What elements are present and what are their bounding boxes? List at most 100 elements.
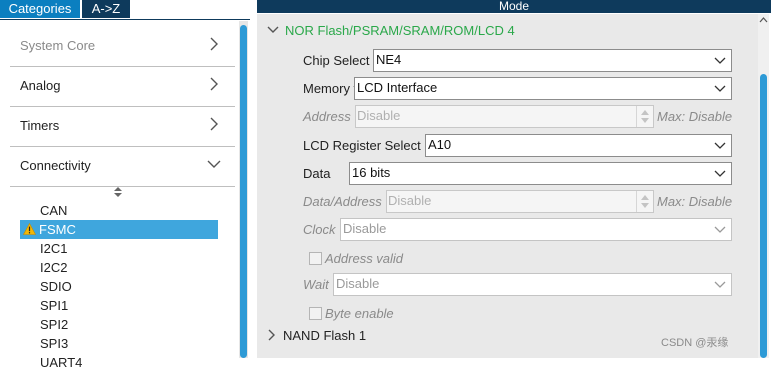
chevron-down-icon [714,226,726,233]
address-row: Address Disable Max: Disable [257,105,762,129]
peripheral-spi3[interactable]: SPI3 [20,334,218,353]
peripheral-fsmc[interactable]: FSMC [20,220,218,239]
peripheral-spi1[interactable]: SPI1 [20,296,218,315]
peripheral-i2c1[interactable]: I2C1 [20,239,218,258]
sort-icon[interactable] [113,186,123,198]
peripheral-label: I2C2 [40,260,68,275]
peripheral-spi2[interactable]: SPI2 [20,315,218,334]
category-list: System Core Analog Timers Connectivity [10,27,235,187]
peripheral-label: FSMC [39,222,76,237]
section-nand-flash[interactable]: NAND Flash 1 [267,328,366,343]
memory-type-row: Memory type LCD Interface [257,77,762,101]
category-analog[interactable]: Analog [10,67,235,107]
chevron-down-icon [714,85,726,92]
peripheral-label: I2C1 [40,241,68,256]
mode-body: NOR Flash/PSRAM/SRAM/ROM/LCD 4 Chip Sele… [257,14,762,358]
nand-flash-label: NAND Flash 1 [283,328,367,343]
wait-label: Wait [303,277,329,292]
chevron-down-icon [714,57,726,64]
chevron-right-icon [210,77,218,91]
watermark: CSDN @汞缘 [661,337,729,349]
data-address-max-label: Max: Disable [657,194,733,209]
category-timers[interactable]: Timers [10,107,235,147]
data-address-value: Disable [388,193,432,208]
mode-panel: Mode NOR Flash/PSRAM/SRAM/ROM/LCD 4 Chip… [251,0,771,358]
data-row: Data 16 bits [257,162,762,186]
spinner-buttons[interactable] [636,191,653,212]
byte-enable-checkbox[interactable] [309,307,322,320]
peripheral-label: CAN [40,203,68,218]
data-width-value: 16 bits [352,165,391,180]
memory-type-value: LCD Interface [357,80,438,95]
peripheral-list: CAN FSMC I2C1 I2C2 SDIO SPI1 SPI2 SPI3 U… [20,201,218,372]
peripheral-label: UART4 [40,355,83,370]
address-valid-label: Address valid [325,251,404,266]
spin-up-icon[interactable] [641,195,649,200]
spinner-buttons[interactable] [636,106,653,127]
peripheral-label: SDIO [40,279,72,294]
lcd-register-select-row: LCD Register Select A10 [257,134,762,158]
spin-down-icon[interactable] [641,118,649,123]
address-valid-checkbox[interactable] [309,252,322,265]
peripheral-can[interactable]: CAN [20,201,218,220]
clock-label: Clock [303,222,336,237]
category-label: Connectivity [20,158,91,173]
tab-a-to-z[interactable]: A->Z [82,0,130,18]
lcd-register-select-dropdown[interactable]: A10 [425,134,732,157]
category-label: Analog [20,78,61,93]
address-label: Address [303,109,351,124]
address-max-label: Max: Disable [657,109,733,124]
mode-scrollbar-thumb[interactable] [760,74,767,358]
peripheral-uart4[interactable]: UART4 [20,353,218,372]
peripheral-i2c2[interactable]: I2C2 [20,258,218,277]
peripheral-sdio[interactable]: SDIO [20,277,218,296]
section-title: NOR Flash/PSRAM/SRAM/ROM/LCD 4 [285,23,515,38]
mode-scrollbar[interactable] [758,14,769,358]
chip-select-label: Chip Select [303,53,370,68]
lcd-register-select-value: A10 [428,137,452,152]
data-width-dropdown[interactable]: 16 bits [349,162,732,185]
spin-up-icon[interactable] [641,110,649,115]
chevron-right-icon [210,117,218,131]
peripheral-label: SPI2 [40,317,69,332]
warning-icon [23,223,36,235]
peripheral-label: SPI3 [40,336,69,351]
lcd-register-select-label: LCD Register Select [303,138,421,153]
mode-header: Mode [257,0,771,13]
clock-dropdown[interactable]: Disable [340,218,732,241]
chevron-down-icon [714,281,726,288]
chevron-right-icon [268,329,275,341]
chevron-right-icon [210,37,218,51]
scroll-up-icon[interactable] [759,16,768,24]
spin-down-icon[interactable] [641,203,649,208]
tab-categories[interactable]: Categories [0,0,80,18]
chip-select-row: Chip Select NE4 [257,49,762,73]
memory-type-dropdown[interactable]: LCD Interface [354,77,732,100]
wait-value: Disable [336,276,380,291]
category-label: System Core [20,38,96,53]
left-scrollbar-thumb[interactable] [240,25,247,358]
clock-row: Clock Disable [257,218,762,242]
chevron-down-icon [207,160,221,168]
left-scrollbar[interactable] [239,21,248,358]
byte-enable-label: Byte enable [325,306,394,321]
category-label: Timers [20,118,60,133]
data-label: Data [303,166,331,181]
data-address-row: Data/Address Disable Max: Disable [257,190,762,214]
data-address-spinner[interactable]: Disable [386,190,654,213]
section-nor-flash[interactable]: NOR Flash/PSRAM/SRAM/ROM/LCD 4 [267,23,515,38]
wait-row: Wait Disable [257,273,762,297]
category-connectivity[interactable]: Connectivity [10,147,235,187]
chip-select-dropdown[interactable]: NE4 [373,49,732,72]
clock-value: Disable [343,221,387,236]
chevron-down-icon [714,170,726,177]
wait-dropdown[interactable]: Disable [333,273,732,296]
view-tabs: Categories A->Z [0,0,250,20]
byte-enable-row: Byte enable [257,303,762,327]
chevron-down-icon [267,26,279,33]
address-value: Disable [357,108,401,123]
data-address-label: Data/Address [303,194,382,209]
chip-select-value: NE4 [376,52,402,67]
address-spinner[interactable]: Disable [355,105,654,128]
category-system-core[interactable]: System Core [10,27,235,67]
